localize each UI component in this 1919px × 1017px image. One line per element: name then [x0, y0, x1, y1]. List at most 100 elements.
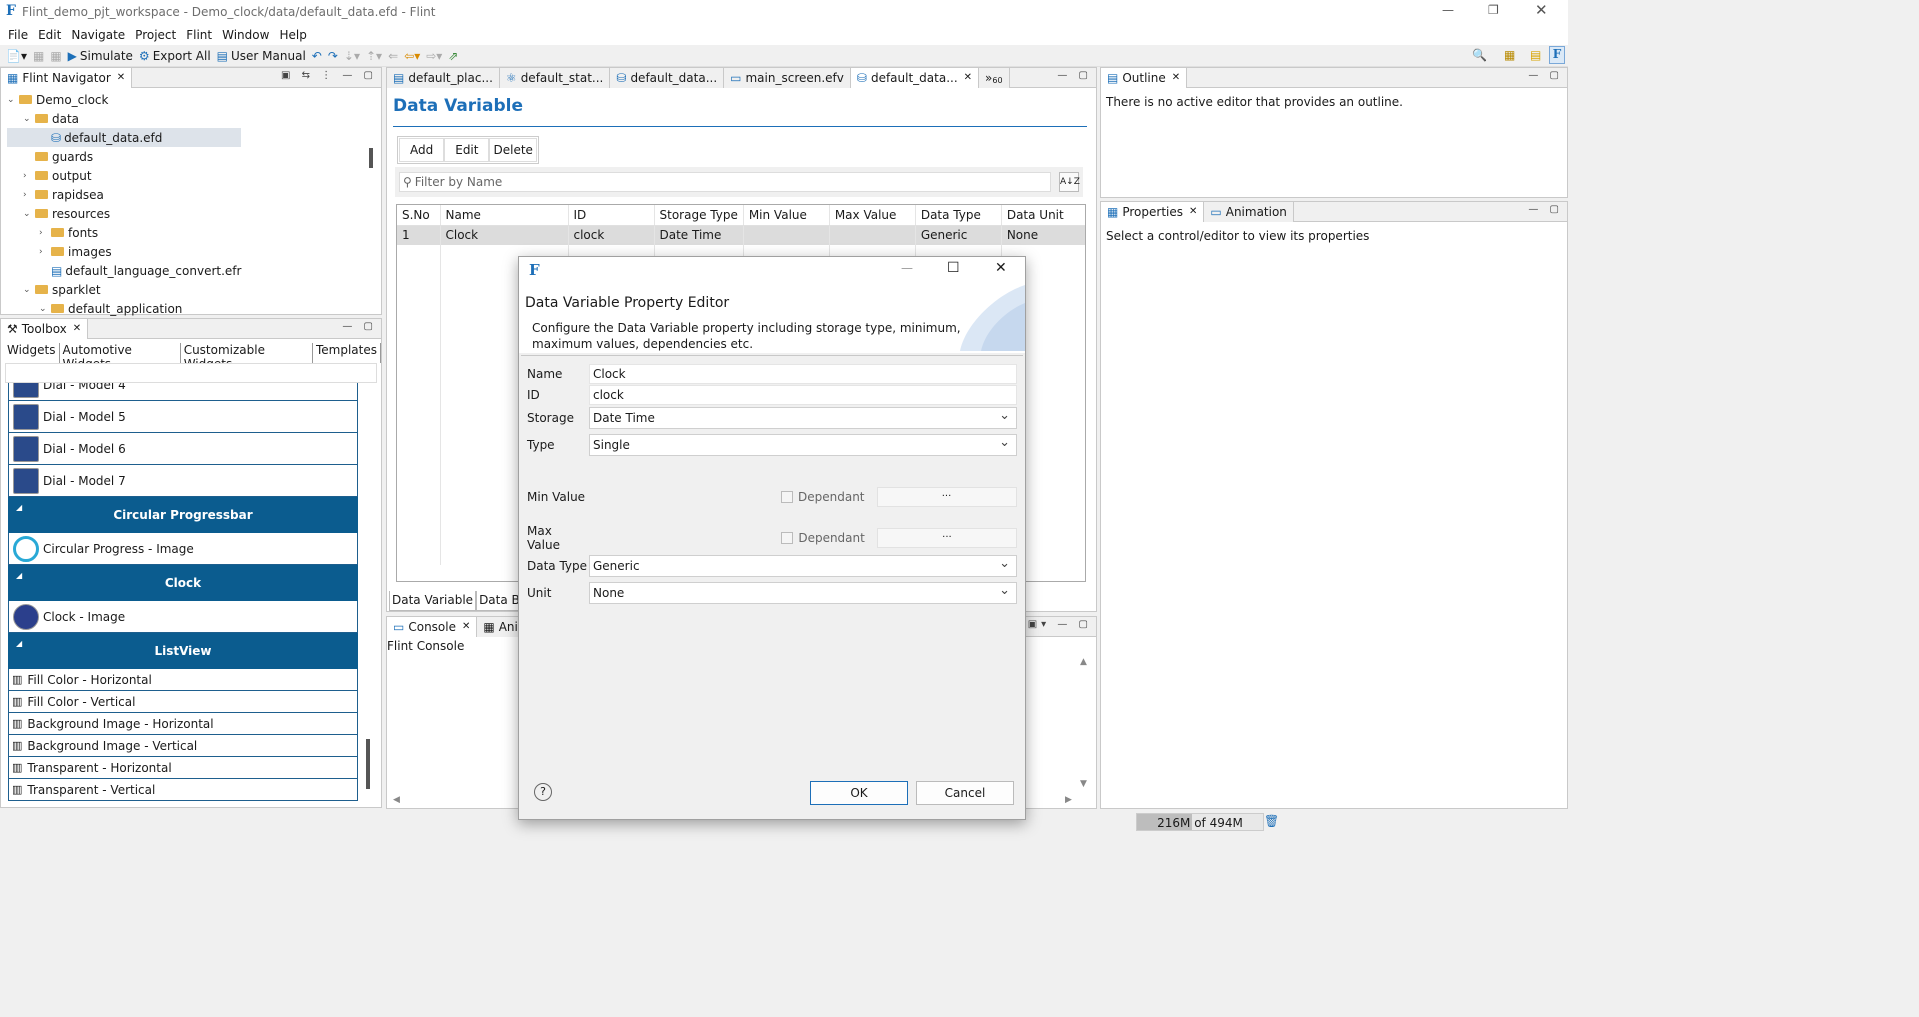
minimize-icon[interactable]: —	[1442, 3, 1454, 17]
tree-item[interactable]: ▤ default_language_convert.efr	[7, 261, 241, 280]
menu-edit[interactable]: Edit	[38, 28, 61, 42]
widget-item[interactable]: ▥ Transparent - Vertical	[8, 779, 358, 801]
column-header[interactable]: Data Type	[915, 205, 1002, 226]
tree-item[interactable]: › output	[7, 166, 241, 185]
max-value-picker[interactable]: ...	[876, 528, 1017, 548]
navigator-scrollbar[interactable]	[369, 148, 373, 168]
simulate-button[interactable]: ▶ Simulate	[68, 49, 133, 63]
search-icon[interactable]: 🔍	[1472, 48, 1487, 62]
panel-controls[interactable]: — ▢	[1528, 204, 1563, 215]
tree-item[interactable]: › fonts	[7, 223, 241, 242]
widget-item[interactable]: Dial - Model 4	[8, 383, 358, 401]
tree-item[interactable]: › rapidsea	[7, 185, 241, 204]
save-all-icon[interactable]: ▦	[50, 49, 61, 63]
menu-project[interactable]: Project	[135, 28, 176, 42]
panel-controls[interactable]: — ▢	[342, 321, 377, 332]
expand-icon[interactable]: ›	[39, 247, 51, 257]
expand-icon[interactable]: ›	[23, 171, 35, 181]
undo-icon[interactable]: ↶	[312, 49, 322, 63]
dialog-minimize-icon[interactable]: —	[901, 261, 913, 275]
unit-select[interactable]: None	[589, 582, 1017, 604]
column-header[interactable]: Name	[440, 205, 569, 226]
outline-tab[interactable]: ▤ Outline ✕	[1101, 67, 1188, 88]
tree-item[interactable]: ⌄ default_application	[7, 299, 241, 318]
sort-az-icon[interactable]: A↓Z	[1059, 172, 1080, 192]
resource-perspective-icon[interactable]: ▤	[1530, 48, 1541, 62]
widget-item[interactable]: ▥ Background Image - Horizontal	[8, 713, 358, 735]
min-dependant-checkbox[interactable]: Dependant	[781, 490, 865, 504]
widget-item[interactable]: Dial - Model 6	[8, 433, 358, 465]
toolbox-tab-2[interactable]: Customizable Widgets	[181, 343, 313, 371]
widget-item[interactable]: Clock - Image	[8, 601, 358, 633]
id-field[interactable]: clock	[589, 385, 1017, 405]
toolbox-scrollbar[interactable]	[366, 739, 370, 789]
tree-item[interactable]: › images	[7, 242, 241, 261]
back-icon[interactable]: ⇦▾	[404, 49, 420, 63]
console-scroll-left-icon[interactable]: ◀	[393, 795, 400, 805]
add-button[interactable]: Add	[399, 138, 445, 162]
prev-annotation-icon[interactable]: ⇡▾	[366, 49, 382, 63]
expand-icon[interactable]: ⌄	[7, 95, 19, 105]
new-icon[interactable]: 📄▾	[6, 49, 27, 63]
editor-tab-4[interactable]: ⛁ default_data... ✕	[850, 67, 980, 88]
flint-perspective-icon[interactable]: F	[1549, 46, 1565, 64]
help-icon[interactable]: ?	[534, 783, 552, 801]
close-icon[interactable]: ✕	[462, 621, 470, 632]
column-header[interactable]: Max Value	[829, 205, 916, 226]
console-scroll-down-icon[interactable]: ▼	[1080, 779, 1087, 789]
tree-item[interactable]: ⌄ Demo_clock	[7, 90, 241, 109]
widget-category[interactable]: ListView	[8, 633, 358, 669]
table-row[interactable]: 1 Clock clock Date Time Generic None	[397, 225, 1085, 245]
console-scroll-up-icon[interactable]: ▲	[1080, 657, 1087, 667]
editor-tab-3[interactable]: ▭ main_screen.efv	[724, 67, 851, 88]
panel-controls[interactable]: ▣▾ — ▢	[1028, 619, 1092, 630]
tree-item[interactable]: guards	[7, 147, 241, 166]
max-dependant-checkbox[interactable]: Dependant	[781, 531, 865, 545]
expand-icon[interactable]: ⌄	[23, 114, 35, 124]
widget-item[interactable]: Dial - Model 5	[8, 401, 358, 433]
widget-item[interactable]: ▥ Fill Color - Vertical	[8, 691, 358, 713]
widget-category[interactable]: Circular Progressbar	[8, 497, 358, 533]
close-icon[interactable]: ✕	[964, 72, 972, 83]
close-icon[interactable]: ✕	[73, 323, 81, 334]
last-edit-icon[interactable]: ⇐	[388, 49, 398, 63]
menu-window[interactable]: Window	[222, 28, 269, 42]
toolbox-tab-0[interactable]: Widgets	[4, 343, 60, 363]
name-field[interactable]: Clock	[589, 364, 1017, 384]
heap-status[interactable]: 216M of 494M	[1136, 813, 1264, 831]
widget-item[interactable]: Circular Progress - Image	[8, 533, 358, 565]
navigator-tab[interactable]: ▦ Flint Navigator ✕	[1, 67, 133, 88]
widget-item[interactable]: ▥ Fill Color - Horizontal	[8, 669, 358, 691]
tree-item[interactable]: ⛁ default_data.efd	[7, 128, 242, 147]
column-header[interactable]: Storage Type	[654, 205, 744, 226]
tree-item[interactable]: ⌄ data	[7, 109, 241, 128]
storage-select[interactable]: Date Time	[589, 407, 1017, 429]
type-select[interactable]: Single	[589, 434, 1017, 456]
tree-item[interactable]: ⌄ sparklet	[7, 280, 241, 299]
expand-icon[interactable]: ⌄	[39, 304, 51, 314]
expand-icon[interactable]: ⌄	[23, 285, 35, 295]
column-header[interactable]: S.No	[397, 205, 441, 226]
column-header[interactable]: ID	[568, 205, 655, 226]
editor-tab-0[interactable]: ▤ default_plac...	[387, 67, 500, 88]
panel-controls[interactable]: ▣ ⇆ ⋮ — ▢	[281, 70, 377, 81]
close-icon[interactable]: ✕	[1189, 206, 1197, 217]
data-type-select[interactable]: Generic	[589, 555, 1017, 577]
restore-icon[interactable]: ❐	[1488, 3, 1499, 17]
column-header[interactable]: Data Unit	[1001, 205, 1085, 226]
animation-tab[interactable]: ▭ Animation	[1204, 201, 1294, 222]
min-value-picker[interactable]: ...	[876, 487, 1017, 507]
console-scroll-right-icon[interactable]: ▶	[1065, 795, 1072, 805]
close-icon[interactable]: ✕	[1172, 72, 1180, 83]
editor-bottom-tab-0[interactable]: Data Variable	[389, 591, 477, 611]
next-annotation-icon[interactable]: ⇣▾	[344, 49, 360, 63]
delete-button[interactable]: Delete	[489, 138, 537, 162]
panel-controls[interactable]: — ▢	[1057, 70, 1092, 81]
cancel-button[interactable]: Cancel	[916, 781, 1014, 805]
properties-tab[interactable]: ▦ Properties ✕	[1101, 201, 1205, 222]
ok-button[interactable]: OK	[810, 781, 908, 805]
filter-input[interactable]: ⚲ Filter by Name	[399, 172, 1051, 192]
pin-editor-icon[interactable]: ⇗	[448, 49, 458, 63]
menu-help[interactable]: Help	[279, 28, 306, 42]
editor-tab-2[interactable]: ⛁ default_data...	[610, 67, 725, 88]
